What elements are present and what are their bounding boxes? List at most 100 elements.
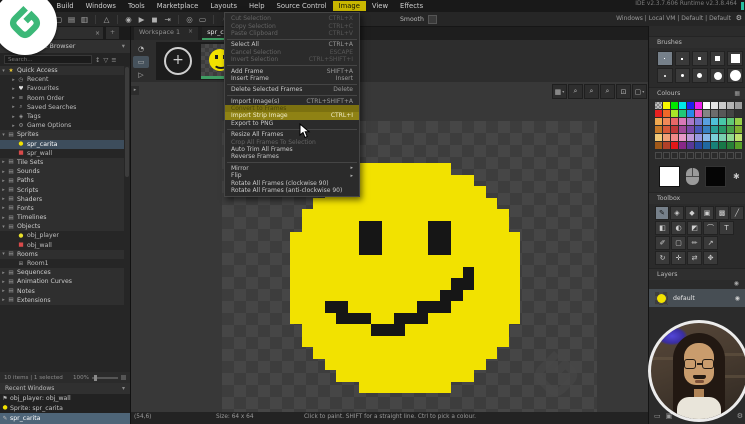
palette-swatch[interactable]: [679, 118, 686, 125]
palette-swatch[interactable]: [695, 134, 702, 141]
close-icon[interactable]: ×: [95, 30, 100, 37]
tree-item-room1[interactable]: ⊞ Room1: [0, 259, 124, 268]
tree-item-sounds[interactable]: ▸ ▤ Sounds: [0, 167, 124, 177]
palette-swatch[interactable]: [735, 110, 742, 117]
recent-window-sprite-spr-carita[interactable]: ● Sprite: spr_carita: [0, 404, 130, 414]
tree-item-recent[interactable]: ▸ ◷ Recent: [0, 75, 124, 84]
palette-swatch[interactable]: [711, 110, 718, 117]
tree-item-shaders[interactable]: ▸ ▤ Shaders: [0, 194, 124, 204]
palette-swatch[interactable]: [727, 134, 734, 141]
arc-tool[interactable]: ⌒: [703, 221, 718, 235]
eye-icon[interactable]: ◉: [735, 295, 740, 302]
empty-swatch[interactable]: [655, 152, 662, 159]
tree-scrollbar[interactable]: [125, 67, 129, 177]
stamp-tool[interactable]: ▩: [715, 206, 729, 220]
tree-item-obj-player[interactable]: ● obj_player: [0, 231, 124, 240]
tree-item-tags[interactable]: ▸ ◈ Tags: [0, 112, 124, 121]
tree-item-extensions[interactable]: ▸ ▤ Extensions: [0, 295, 124, 305]
loop-frames-button[interactable]: ▭: [133, 56, 149, 68]
menu-item-import-image-s[interactable]: Import Image(s) CTRL+SHIFT+A: [225, 98, 359, 105]
menu-view[interactable]: View: [366, 1, 394, 11]
layers-header[interactable]: Layers: [649, 268, 745, 280]
menu-item-auto-trim-all-frames[interactable]: Auto Trim All Frames: [225, 146, 359, 153]
palette-options-icon[interactable]: ▦: [734, 88, 740, 99]
zoom-in-button[interactable]: ⌕: [600, 84, 615, 99]
menu-item-delete-selected-frames[interactable]: Delete Selected Frames Delete: [225, 86, 359, 93]
zoom-slider-thumb[interactable]: [94, 374, 97, 381]
brush-size-5[interactable]: [709, 51, 726, 66]
menu-build[interactable]: Build: [51, 1, 80, 11]
empty-swatch[interactable]: [671, 152, 678, 159]
palette-swatch[interactable]: [679, 110, 686, 117]
palette-swatch[interactable]: [719, 118, 726, 125]
palette-swatch[interactable]: [663, 110, 670, 117]
tree-item-fonts[interactable]: ▸ ▤ Fonts: [0, 203, 124, 213]
empty-swatch[interactable]: [711, 152, 718, 159]
color-replace-tool[interactable]: ▣: [700, 206, 714, 220]
chevron-right-icon[interactable]: ▸: [0, 205, 7, 211]
brush-size-9[interactable]: [727, 51, 743, 66]
palette-swatch[interactable]: [687, 102, 694, 109]
palette-swatch[interactable]: [679, 126, 686, 133]
palette-swatch[interactable]: [703, 110, 710, 117]
tree-item-timelines[interactable]: ▸ ▤ Timelines: [0, 213, 124, 223]
brush-size-1[interactable]: [657, 51, 673, 66]
eye-icon[interactable]: ◉: [734, 280, 739, 287]
pivot-tool[interactable]: ✛: [671, 251, 686, 265]
brush-size-8[interactable]: [709, 68, 726, 83]
tab-workspace-1[interactable]: Workspace 1 ×: [134, 25, 199, 40]
palette-swatch[interactable]: [671, 142, 678, 149]
tree-item-rooms[interactable]: ▾ ▤ Rooms: [0, 249, 124, 259]
eyedropper-tool[interactable]: ✐: [655, 236, 670, 250]
palette-swatch[interactable]: [687, 118, 694, 125]
magic-wand-tool[interactable]: ↗: [703, 236, 718, 250]
menu-help[interactable]: Help: [243, 1, 271, 11]
target-selector[interactable]: Windows | Local VM | Default | Default: [616, 15, 731, 22]
menu-marketplace[interactable]: Marketplace: [151, 1, 205, 11]
chevron-right-icon[interactable]: ▸: [0, 279, 7, 285]
palette-swatch[interactable]: [695, 110, 702, 117]
brush-size-3[interactable]: [674, 68, 691, 83]
colours-header[interactable]: Colours ▦: [649, 87, 745, 99]
palette-swatch[interactable]: [655, 134, 662, 141]
onion-skin-button[interactable]: ◔: [133, 43, 149, 55]
menu-item-mirror[interactable]: Mirror ▸: [225, 165, 359, 172]
tree-item-notes[interactable]: ▸ ▤ Notes: [0, 286, 124, 296]
empty-swatch[interactable]: [735, 152, 742, 159]
chevron-right-icon[interactable]: ▸: [0, 215, 7, 221]
debug-icon[interactable]: ▶: [135, 14, 148, 25]
palette-swatch[interactable]: [719, 102, 726, 109]
polygon-tool[interactable]: ◩: [687, 221, 702, 235]
select-rectangle-tool[interactable]: ▢: [671, 236, 686, 250]
menu-item-rotate-all-frames-clockwise-90[interactable]: Rotate All Frames (clockwise 90): [225, 179, 359, 187]
menu-tools[interactable]: Tools: [122, 1, 151, 11]
zoom-actual-button[interactable]: ⌕: [584, 84, 599, 99]
menu-item-add-frame[interactable]: Add Frame SHIFT+A: [225, 67, 359, 75]
palette-swatch[interactable]: [727, 118, 734, 125]
sort-icon[interactable]: ↕: [95, 56, 100, 64]
chevron-right-icon[interactable]: ▸: [10, 123, 17, 129]
expander-icon[interactable]: ▸: [131, 86, 139, 95]
new-layer-icon[interactable]: ▭: [654, 412, 661, 420]
palette-swatch[interactable]: [679, 142, 686, 149]
target-icon[interactable]: ◎: [183, 14, 196, 25]
close-icon[interactable]: ×: [188, 28, 193, 35]
palette-swatch[interactable]: [727, 110, 734, 117]
chevron-right-icon[interactable]: ▸: [0, 169, 7, 175]
recent-windows-header[interactable]: Recent Windows ▾: [0, 383, 130, 394]
menu-item-flip[interactable]: Flip ▸: [225, 172, 359, 179]
recent-window-obj-player-obj-wall[interactable]: ⚑ obj_player: obj_wall: [0, 394, 130, 404]
zoom-slider[interactable]: [92, 374, 118, 381]
menu-item-insert-frame[interactable]: Insert Frame Insert: [225, 75, 359, 82]
palette-swatch[interactable]: [687, 110, 694, 117]
primary-colour-swatch[interactable]: [659, 166, 680, 187]
tree-item-room-order[interactable]: ▸ ≡ Room Order: [0, 94, 124, 103]
chevron-right-icon[interactable]: ▸: [10, 95, 17, 101]
menu-item-export-to-png[interactable]: Export to PNG: [225, 120, 359, 127]
eraser-tool[interactable]: ◈: [670, 206, 684, 220]
chevron-right-icon[interactable]: ▸: [0, 288, 7, 294]
save-icon[interactable]: ▥: [78, 14, 91, 25]
palette-swatch[interactable]: [655, 102, 662, 109]
empty-swatch[interactable]: [695, 152, 702, 159]
brush-size-11[interactable]: [727, 68, 743, 83]
